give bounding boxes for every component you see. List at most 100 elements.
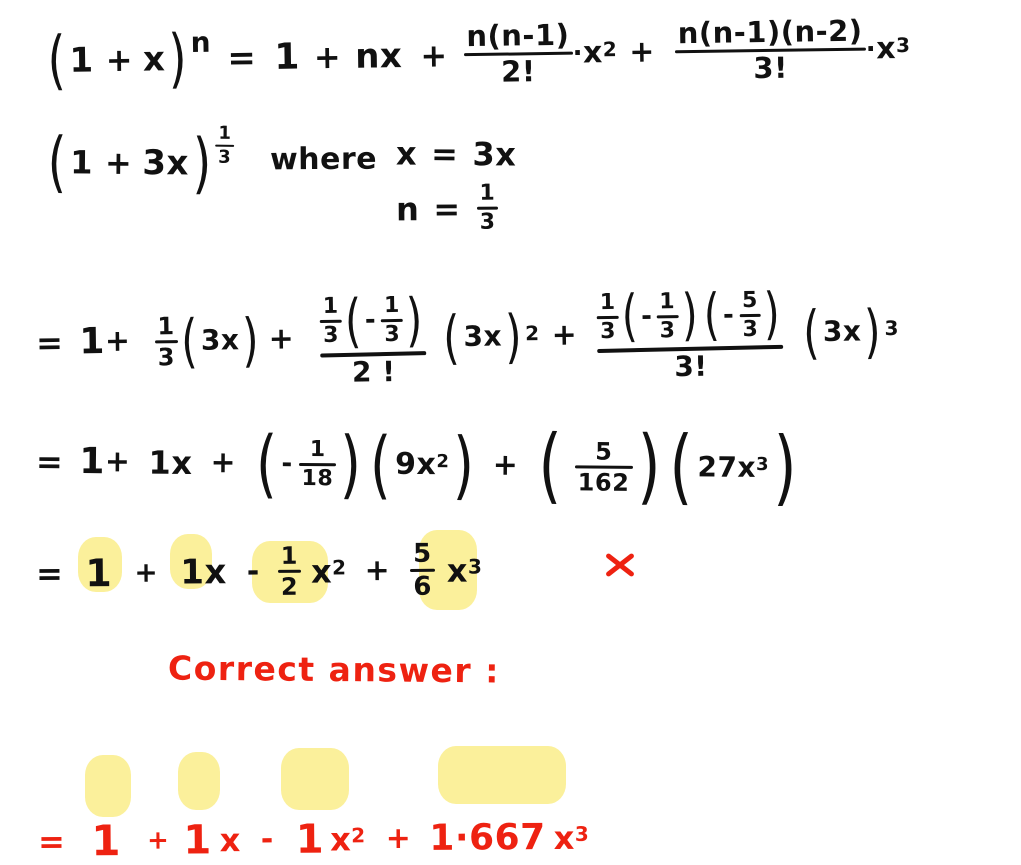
fraction-denominator: 3 [479, 209, 496, 235]
plus-sign-2: + [210, 445, 237, 481]
term-nx: nx [354, 35, 403, 77]
constant-term: 1 [91, 815, 122, 865]
substitution-n-variable: n [395, 189, 420, 228]
fraction-numerator: n(n-1) [466, 17, 570, 54]
close-paren: ) [864, 297, 882, 366]
fraction-one-third-a: 1 3 [596, 289, 620, 344]
close-paren: ) [340, 421, 362, 508]
term-9x-squared: 9x [394, 446, 437, 483]
fraction-numerator: 5 [595, 437, 613, 466]
correct-answer-label: Correct answer : [167, 648, 501, 691]
exponent-3: 3 [884, 315, 900, 340]
fraction-denominator: 2! [500, 54, 536, 89]
highlight-line6-quadratic-coefficient [281, 748, 349, 810]
plus-sign-2: + [268, 321, 295, 358]
close-paren: ) [405, 285, 424, 354]
open-paren: ( [621, 283, 639, 349]
plus-sign-1: + [134, 555, 159, 589]
constant-term: 1 [85, 550, 113, 595]
highlight-line6-linear [178, 752, 220, 810]
plus-sign-1: + [104, 444, 131, 480]
plus-sign-2: + [364, 552, 391, 588]
exponent-2: 2 [524, 320, 540, 345]
exponent-2: 2 [602, 36, 618, 62]
exponent-one-third: 1 3 [215, 122, 235, 169]
equals-sign: = [35, 323, 64, 363]
fraction-second-coefficient: n(n-1) 2! [463, 17, 573, 89]
quadratic-coefficient: 1 [295, 816, 325, 863]
fraction-one-third-b: 1 3 [656, 288, 679, 343]
open-paren-2: ( [369, 421, 392, 508]
fraction-denominator: 3 [742, 316, 759, 342]
term-1x: 1x [148, 443, 193, 483]
fraction-one-half: 1 2 [277, 542, 302, 601]
open-paren: ( [47, 123, 67, 201]
open-paren: ( [802, 298, 821, 367]
variable-x-cubed: x [553, 818, 575, 857]
fraction-denominator: 6 [413, 571, 433, 602]
substitution-x-value: 3x [472, 135, 517, 174]
close-paren: ) [242, 306, 260, 375]
equals-sign: = [35, 442, 64, 481]
fraction-numerator: 1 [599, 289, 616, 315]
expansion-step-substituted: = 1 + 1 3 ( 3x ) + 1 3 (- 1 3) 2 ! (3… [35, 281, 900, 391]
minus-sign: - [281, 448, 293, 479]
highlight-line6-cubic-coefficient [438, 746, 566, 804]
exponent-denominator: 3 [218, 146, 232, 169]
worksheet-page: ( 1 + x ) n = 1 + nx + n(n-1) 2! · x 2 +… [0, 0, 1021, 865]
substitution-n-equals: = [433, 189, 461, 228]
plus-sign-3: + [551, 317, 578, 354]
factorial-three: 3! [674, 349, 708, 383]
coefficient-one-third: 1 3 [154, 312, 178, 371]
fraction-one-third: 1 3 [476, 181, 499, 235]
plus-sign-1: + [146, 825, 170, 856]
lhs-one: 1 [69, 39, 94, 81]
exponent-3: 3 [574, 822, 590, 847]
minus-sign: - [246, 553, 260, 589]
exponent-3: 3 [895, 32, 911, 58]
fraction-five-over-162: 5 162 [574, 437, 633, 497]
group-3x: 3x [200, 323, 240, 357]
fraction-denominator: 18 [301, 465, 334, 491]
constant-one: 1 [70, 143, 94, 182]
term-one: 1 [274, 35, 301, 78]
second-term-coefficient-fraction: 1 3 ( - 1 3 ) 2 ! [319, 285, 428, 389]
substitution-x-equals: = [430, 134, 459, 174]
fraction-numerator: 1 [383, 292, 400, 318]
close-paren: ) [192, 124, 212, 202]
highlight-line6-constant [85, 755, 131, 817]
plus-sign-2: + [420, 35, 448, 75]
open-paren: ( [47, 23, 67, 98]
open-paren: ( [180, 307, 199, 376]
close-paren-2: ) [763, 281, 781, 347]
linear-term: 1x [180, 551, 227, 593]
multiply-dot-1: · [572, 38, 584, 69]
exponent-2: 2 [332, 555, 347, 580]
multiply-dot-2: · [865, 33, 877, 65]
fraction-numerator: 1 [322, 293, 339, 319]
equals-sign: = [227, 37, 257, 78]
lhs-x: x [142, 38, 166, 80]
term-one: 1 [79, 321, 106, 363]
plus-sign-1: + [104, 323, 131, 360]
close-paren: ) [168, 21, 188, 96]
open-paren: ( [255, 420, 278, 507]
factorial-two: 2 ! [351, 354, 396, 389]
minus-sign-1: - [640, 301, 653, 332]
close-paren-2: ) [453, 422, 476, 509]
variable-x-squared: x [582, 34, 604, 71]
expansion-step-simplified: = 1 + 1x + ( - 1 18 ) ( 9x 2 ) + (5 162… [35, 418, 802, 515]
group-3x-cubed: 3x [822, 314, 862, 349]
plus-sign-3: + [492, 447, 519, 483]
equals-sign: = [35, 553, 64, 593]
expression-to-expand: ( 1 + 3x ) 1 3 [44, 122, 235, 202]
close-paren: ) [680, 282, 698, 349]
variable-x-cubed: x [446, 551, 469, 590]
formula-general-binomial: ( 1 + x ) n = 1 + nx + n(n-1) 2! · x 2 +… [44, 14, 911, 98]
fraction-numerator: 1 [659, 288, 676, 314]
fraction-denominator: 3 [384, 321, 401, 347]
term-27x-cubed: 27x [697, 450, 757, 484]
fraction-denominator: 162 [577, 467, 630, 497]
fraction-one-third-b: 1 3 [381, 292, 404, 347]
fraction-denominator: 3 [600, 318, 617, 344]
